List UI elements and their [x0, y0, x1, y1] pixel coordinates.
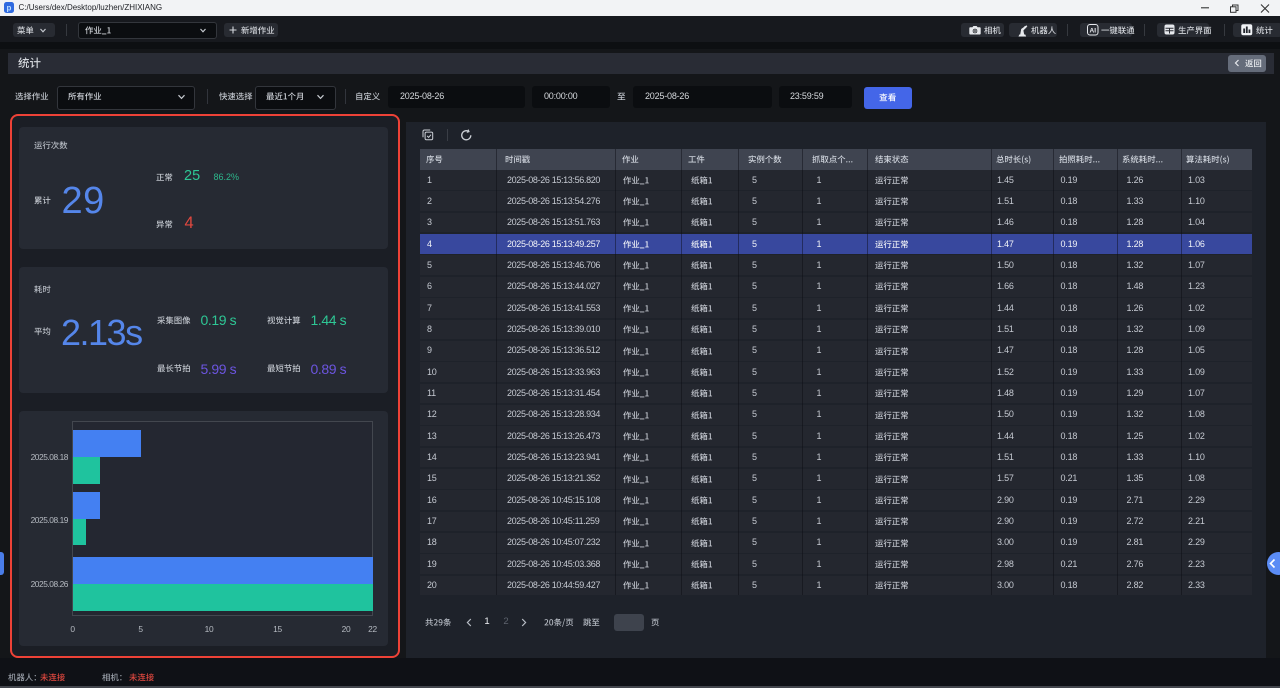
svg-text:AI: AI	[1089, 27, 1096, 34]
svg-text:p: p	[7, 4, 12, 13]
